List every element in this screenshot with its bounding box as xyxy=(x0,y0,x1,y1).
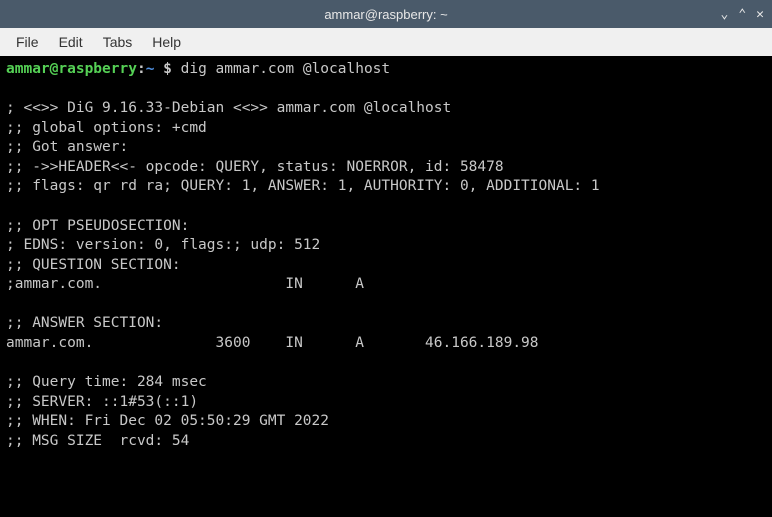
menu-edit[interactable]: Edit xyxy=(51,30,91,54)
output-line: ;; MSG SIZE rcvd: 54 xyxy=(6,433,189,449)
menubar: File Edit Tabs Help xyxy=(0,28,772,56)
output-line: ;ammar.com. IN A xyxy=(6,276,364,292)
close-icon[interactable]: ✕ xyxy=(756,7,764,22)
output-line: ;; ANSWER SECTION: xyxy=(6,315,163,331)
window-titlebar: ammar@raspberry: ~ ⌄ ⌃ ✕ xyxy=(0,0,772,28)
output-line: ;; flags: qr rd ra; QUERY: 1, ANSWER: 1,… xyxy=(6,178,600,194)
output-line: ;; QUESTION SECTION: xyxy=(6,257,181,273)
window-controls: ⌄ ⌃ ✕ xyxy=(721,7,764,22)
output-line: ;; global options: +cmd xyxy=(6,120,207,136)
minimize-icon[interactable]: ⌄ xyxy=(721,7,729,22)
output-line: ; <<>> DiG 9.16.33-Debian <<>> ammar.com… xyxy=(6,100,451,116)
prompt-user-host: ammar@raspberry xyxy=(6,61,137,77)
menu-tabs[interactable]: Tabs xyxy=(95,30,141,54)
maximize-icon[interactable]: ⌃ xyxy=(738,7,746,22)
menu-help[interactable]: Help xyxy=(144,30,189,54)
command-text: dig ammar.com @localhost xyxy=(181,61,391,77)
prompt-dollar: $ xyxy=(154,61,180,77)
output-line: ammar.com. 3600 IN A 46.166.189.98 xyxy=(6,335,539,351)
output-line: ;; Got answer: xyxy=(6,139,128,155)
output-line: ;; OPT PSEUDOSECTION: xyxy=(6,218,189,234)
output-line: ;; SERVER: ::1#53(::1) xyxy=(6,394,198,410)
output-line: ; EDNS: version: 0, flags:; udp: 512 xyxy=(6,237,320,253)
menu-file[interactable]: File xyxy=(8,30,47,54)
output-line: ;; ->>HEADER<<- opcode: QUERY, status: N… xyxy=(6,159,504,175)
output-line: ;; WHEN: Fri Dec 02 05:50:29 GMT 2022 xyxy=(6,413,329,429)
terminal-area[interactable]: ammar@raspberry:~ $ dig ammar.com @local… xyxy=(0,56,772,517)
output-line: ;; Query time: 284 msec xyxy=(6,374,207,390)
prompt-colon: : xyxy=(137,61,146,77)
window-title: ammar@raspberry: ~ xyxy=(324,7,447,22)
